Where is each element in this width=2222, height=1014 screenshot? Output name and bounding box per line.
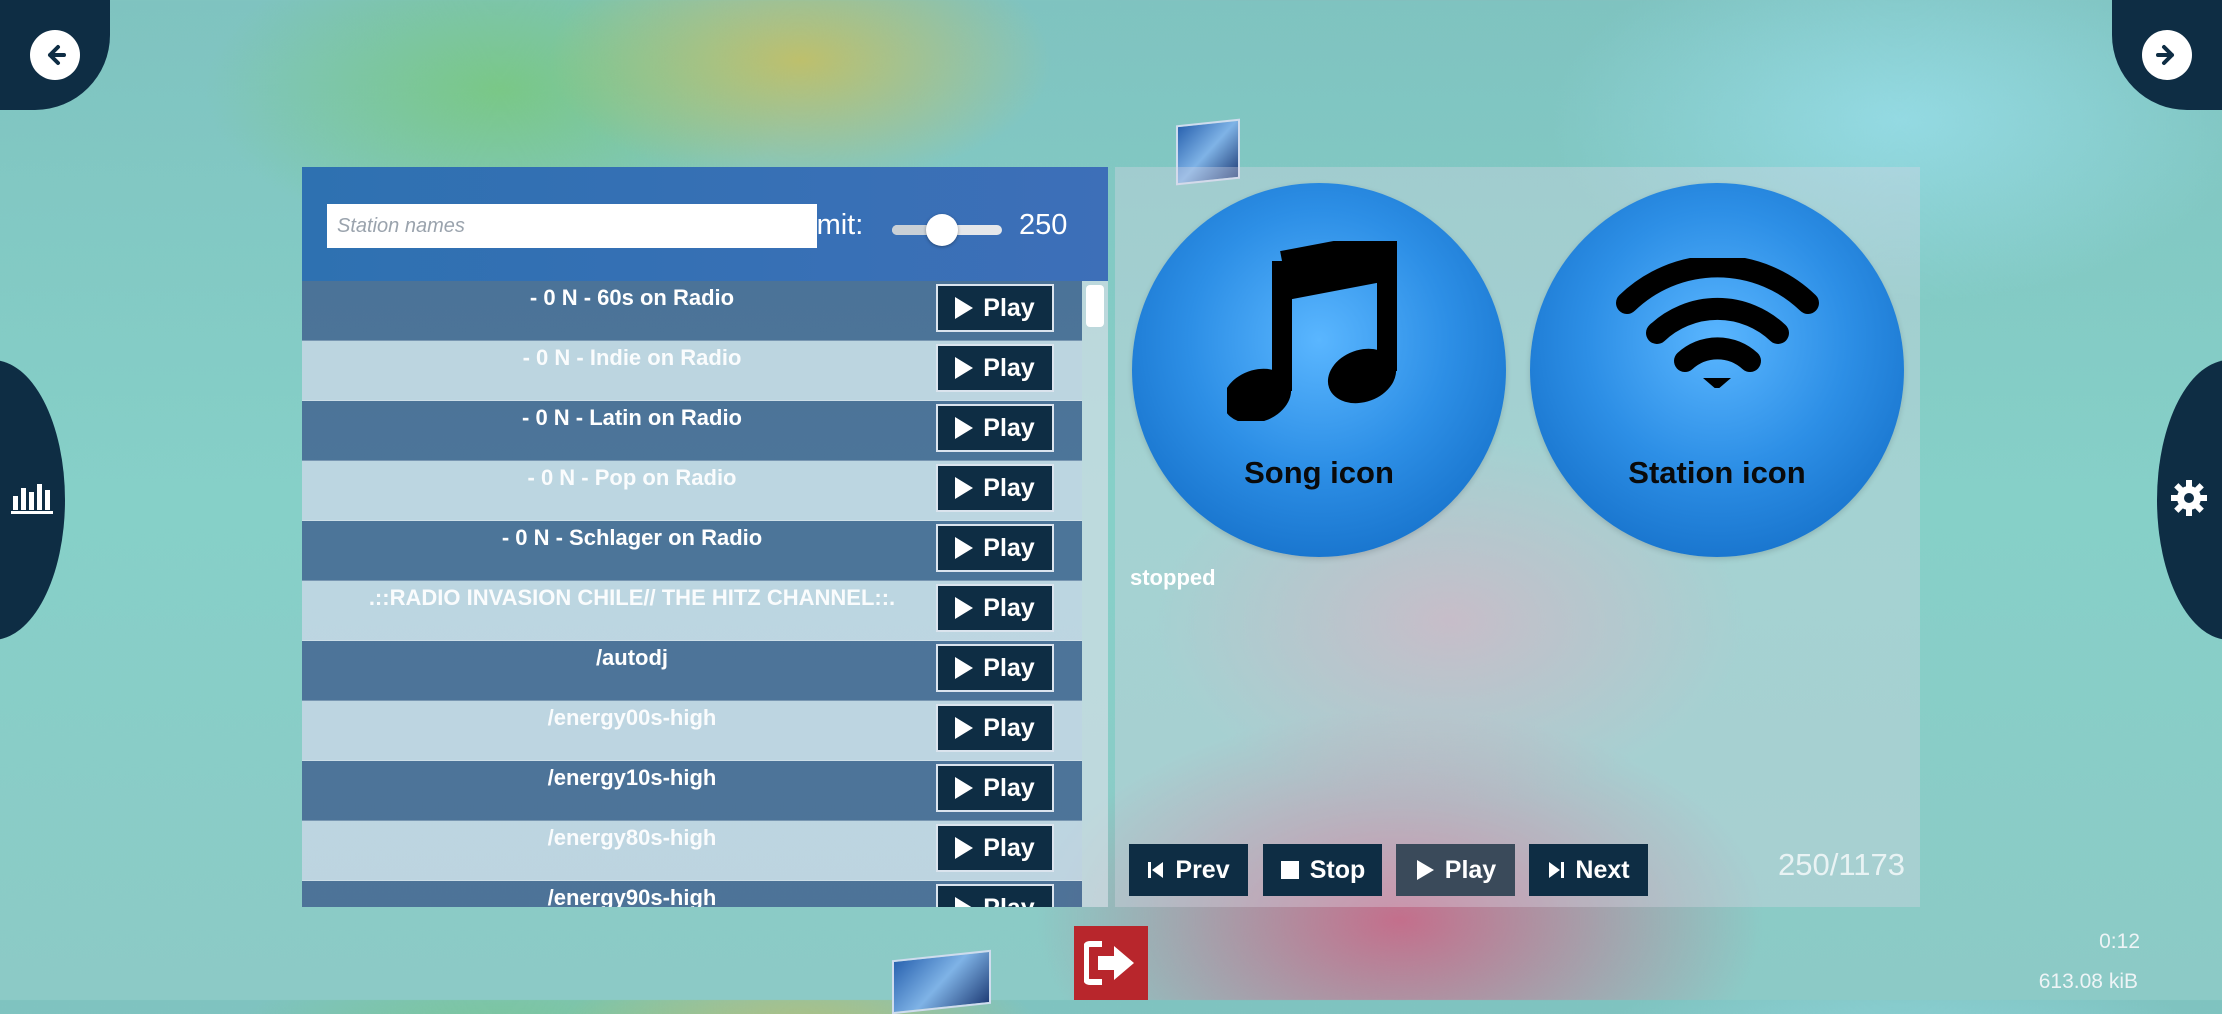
play-icon: [955, 537, 974, 559]
station-play-label: Play: [983, 473, 1035, 502]
station-row: /energy80s-high Play: [302, 821, 1082, 881]
play-label: Play: [1444, 855, 1497, 884]
station-play-label: Play: [983, 593, 1035, 622]
play-icon: [955, 417, 974, 439]
station-play-label: Play: [983, 293, 1035, 322]
play-icon: [1416, 860, 1434, 880]
play-icon: [955, 657, 974, 679]
forward-corner[interactable]: [2112, 0, 2222, 110]
station-name: /energy80s-high: [547, 825, 717, 850]
station-play-button[interactable]: Play: [936, 404, 1054, 452]
station-row: - 0 N - Latin on Radio Play: [302, 401, 1082, 461]
floating-cube-decoration: [892, 949, 991, 1014]
prev-button[interactable]: Prev: [1129, 844, 1248, 896]
song-icon-circle: Song icon: [1132, 183, 1506, 557]
station-play-button[interactable]: Play: [936, 464, 1054, 512]
station-play-button[interactable]: Play: [936, 704, 1054, 752]
station-row: /autodj Play: [302, 641, 1082, 701]
station-name: - 0 N - Indie on Radio: [522, 345, 742, 370]
scrollbar-thumb[interactable]: [1086, 285, 1104, 327]
station-play-label: Play: [983, 833, 1035, 862]
station-list-scrollbar[interactable]: [1082, 281, 1108, 907]
station-play-label: Play: [983, 773, 1035, 802]
limit-slider[interactable]: [892, 214, 1002, 246]
station-play-label: Play: [983, 713, 1035, 742]
back-corner[interactable]: [0, 0, 110, 110]
stats-side-tab[interactable]: [0, 360, 65, 640]
station-play-button[interactable]: Play: [936, 824, 1054, 872]
station-play-button[interactable]: Play: [936, 344, 1054, 392]
station-play-label: Play: [983, 413, 1035, 442]
limit-value: 250: [1019, 209, 1068, 241]
next-button[interactable]: Next: [1529, 844, 1648, 896]
bar-chart-icon[interactable]: [11, 480, 53, 519]
search-header: Limit: 250: [302, 167, 1108, 281]
station-play-button[interactable]: Play: [936, 524, 1054, 572]
limit-label: Limit:: [794, 209, 864, 241]
play-button[interactable]: Play: [1396, 844, 1515, 896]
settings-side-tab[interactable]: [2157, 360, 2222, 640]
station-row: - 0 N - Pop on Radio Play: [302, 461, 1082, 521]
station-play-label: Play: [983, 894, 1034, 908]
logout-icon: [1084, 941, 1134, 985]
song-icon-label: Song icon: [1244, 455, 1394, 490]
station-name: /energy10s-high: [547, 765, 717, 790]
play-icon: [955, 717, 974, 739]
play-icon: [955, 777, 974, 799]
data-size: 613.08 kiB: [2038, 970, 2138, 993]
station-play-label: Play: [983, 533, 1035, 562]
station-row: /energy10s-high Play: [302, 761, 1082, 821]
music-note-icon: [1227, 241, 1397, 421]
station-icon-label: Station icon: [1628, 455, 1806, 490]
station-play-label: Play: [983, 353, 1035, 382]
station-row: /energy00s-high Play: [302, 701, 1082, 761]
station-play-button[interactable]: Play: [936, 584, 1054, 632]
station-name: - 0 N - Pop on Radio: [527, 465, 737, 490]
stop-icon: [1280, 861, 1299, 879]
elapsed-time: 0:12: [2099, 930, 2140, 953]
player-status: stopped: [1130, 565, 1216, 590]
arrow-left-circle-icon[interactable]: [30, 30, 80, 80]
wifi-icon: [1616, 258, 1819, 388]
station-row: - 0 N - 60s on Radio Play: [302, 281, 1082, 341]
station-play-button[interactable]: Play: [936, 884, 1054, 907]
player-panel: Song icon Station icon stopped Prev Stop…: [1115, 167, 1920, 907]
skip-forward-icon: [1549, 862, 1565, 878]
next-label: Next: [1575, 855, 1630, 884]
station-row: - 0 N - Schlager on Radio Play: [302, 521, 1082, 581]
station-search-input[interactable]: [327, 204, 817, 248]
station-counter: 250/1173: [1778, 847, 1905, 882]
station-play-label: Play: [983, 653, 1035, 682]
play-icon: [955, 477, 974, 499]
station-name: - 0 N - 60s on Radio: [529, 285, 735, 310]
station-name: .::RADIO INVASION CHILE// THE HITZ CHANN…: [368, 585, 896, 610]
station-name: /energy90s-high: [547, 885, 717, 907]
arrow-right-circle-icon[interactable]: [2142, 30, 2192, 80]
station-list[interactable]: - 0 N - 60s on Radio Play - 0 N - Indie on…: [302, 281, 1082, 907]
stop-label: Stop: [1309, 855, 1366, 884]
station-name: /energy00s-high: [547, 705, 717, 730]
station-row: /energy90s-high Play: [302, 881, 1082, 907]
play-icon: [955, 597, 974, 619]
play-icon: [955, 837, 974, 859]
play-icon: [955, 297, 974, 319]
play-icon: [955, 357, 974, 379]
station-row: .::RADIO INVASION CHILE// THE HITZ CHANN…: [302, 581, 1082, 641]
station-play-button[interactable]: Play: [936, 284, 1054, 332]
logout-button[interactable]: [1074, 926, 1148, 1000]
play-icon: [955, 897, 974, 907]
station-play-button[interactable]: Play: [936, 644, 1054, 692]
station-name: /autodj: [595, 645, 669, 670]
skip-back-icon: [1148, 862, 1164, 878]
station-list-panel: Limit: 250 - 0 N - 60s on RadioPlay- 0 N…: [302, 167, 1108, 907]
limit-slider-knob[interactable]: [925, 214, 958, 246]
station-row: - 0 N - Indie on Radio Play: [302, 341, 1082, 401]
station-name: - 0 N - Latin on Radio: [522, 405, 742, 430]
station-play-button[interactable]: Play: [936, 764, 1054, 812]
prev-label: Prev: [1175, 855, 1230, 884]
stop-button[interactable]: Stop: [1263, 844, 1382, 896]
gear-icon[interactable]: [2169, 478, 2209, 523]
station-icon-circle: Station icon: [1530, 183, 1904, 557]
station-name: - 0 N - Schlager on Radio: [501, 525, 763, 550]
